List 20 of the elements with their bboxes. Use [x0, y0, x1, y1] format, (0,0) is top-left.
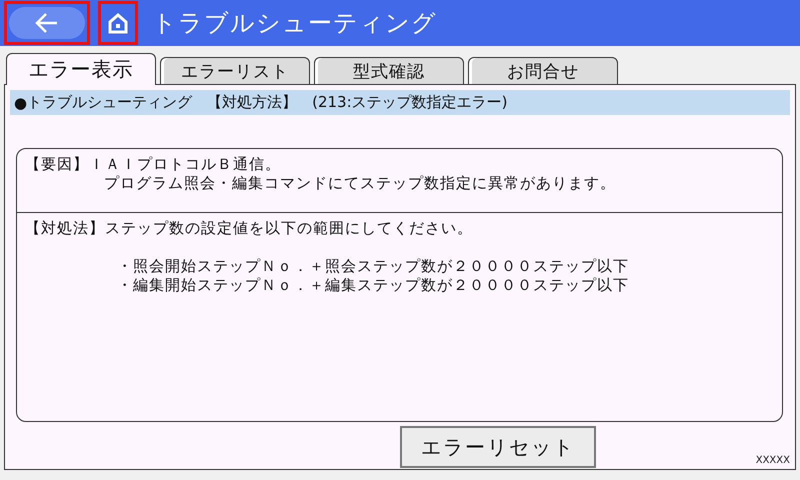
screen-code: XXXXX	[756, 455, 790, 466]
tab[interactable]: エラー表示	[6, 53, 156, 85]
home-button[interactable]	[98, 1, 138, 45]
cause-text: ＩＡＩプロトコルＢ通信。	[89, 155, 281, 174]
back-arrow-icon	[35, 12, 59, 34]
remedy-text: ステップ数の設定値を以下の範囲にしてください。	[105, 219, 473, 238]
error-reset-button[interactable]: エラーリセット	[400, 426, 596, 468]
tab[interactable]: 型式確認	[314, 57, 464, 85]
remedy-label: 【対処法】	[25, 219, 105, 238]
back-button[interactable]	[4, 1, 90, 45]
tab[interactable]: お問合せ	[468, 57, 618, 85]
home-icon	[107, 12, 129, 34]
tab[interactable]: エラーリスト	[160, 57, 310, 85]
remedy-item: ・編集開始ステップＮｏ．＋編集ステップ数が２００００ステップ以下	[116, 276, 630, 295]
cause-label: 【要因】	[25, 155, 89, 174]
bullet-icon: ●	[14, 94, 28, 112]
remedy-item: ・照会開始ステップＮｏ．＋照会ステップ数が２００００ステップ以下	[116, 257, 630, 276]
screen-title: トラブルシューティング	[152, 8, 437, 39]
section-heading: トラブルシューティング 【対処方法】 (213:ステップ数指定エラー)	[27, 93, 508, 112]
cause-text: プログラム照会・編集コマンドにてステップ数指定に異常があります。	[103, 174, 617, 193]
